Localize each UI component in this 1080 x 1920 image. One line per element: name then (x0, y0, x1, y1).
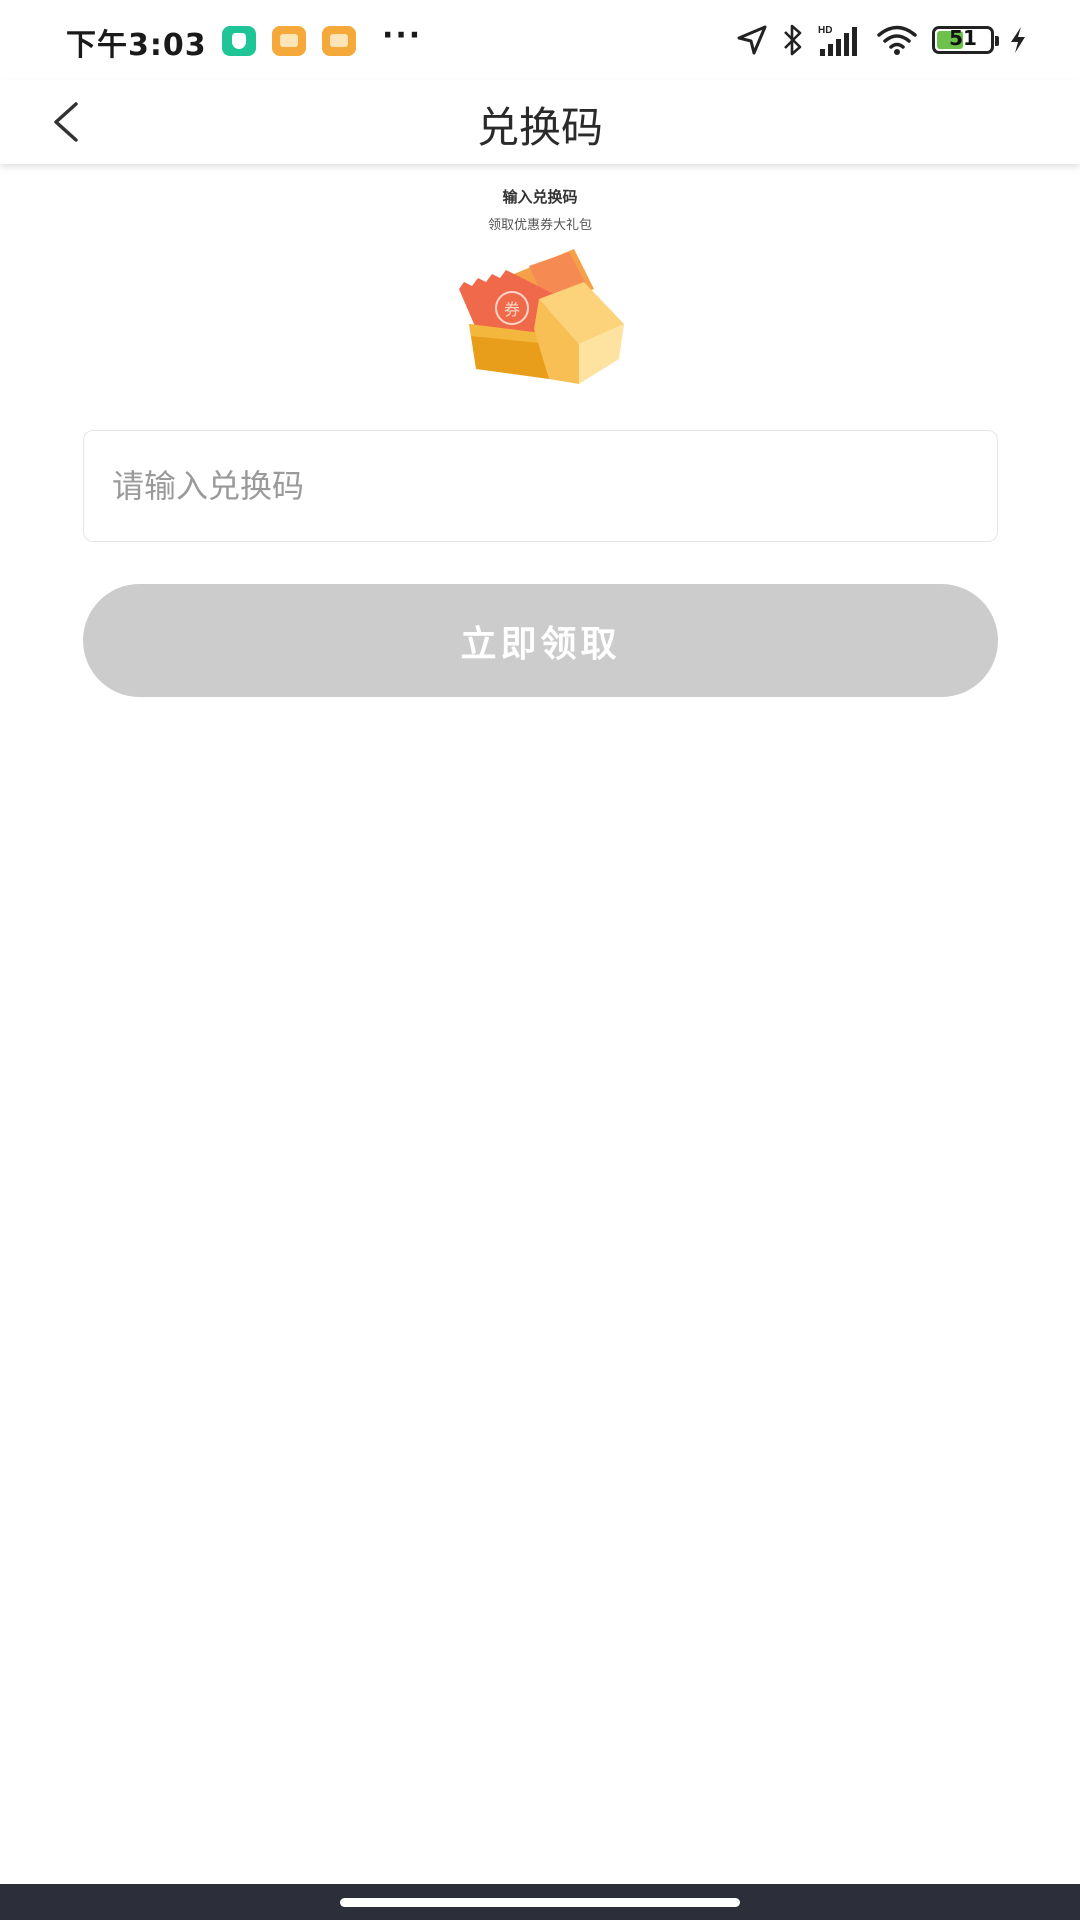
banner-title: 输入兑换码 (502, 188, 578, 206)
system-navigation-bar (0, 1884, 1080, 1920)
message-app-icon (272, 26, 306, 56)
home-indicator[interactable] (340, 1898, 740, 1907)
bluetooth-icon (784, 24, 802, 56)
battery-icon: 51 (932, 26, 999, 54)
status-bar: 下午3:03 ··· HD 51 (0, 0, 1080, 80)
message-app-icon (322, 26, 356, 56)
status-time: 下午3:03 (66, 28, 207, 63)
page-title: 兑换码 (476, 103, 603, 152)
shield-app-icon (222, 26, 256, 56)
more-notifications-icon: ··· (382, 18, 423, 53)
redeem-now-button[interactable]: 立即领取 (83, 584, 998, 697)
battery-level: 51 (949, 26, 977, 50)
nav-bar: 兑换码 (0, 80, 1080, 164)
hd-signal-icon: HD (818, 25, 857, 56)
coupon-gift-box-illustration: 券 (459, 249, 624, 384)
location-icon (737, 25, 767, 55)
wifi-icon (877, 25, 917, 55)
coupon-text: 券 (504, 300, 520, 319)
status-icons: HD 51 (736, 22, 1028, 58)
svg-text:HD: HD (818, 25, 832, 36)
redeem-banner: 输入兑换码 领取优惠券大礼包 券 (440, 186, 640, 386)
charging-icon (1011, 27, 1025, 53)
redeem-code-input[interactable] (83, 430, 998, 542)
banner-subtitle: 领取优惠券大礼包 (487, 218, 592, 233)
